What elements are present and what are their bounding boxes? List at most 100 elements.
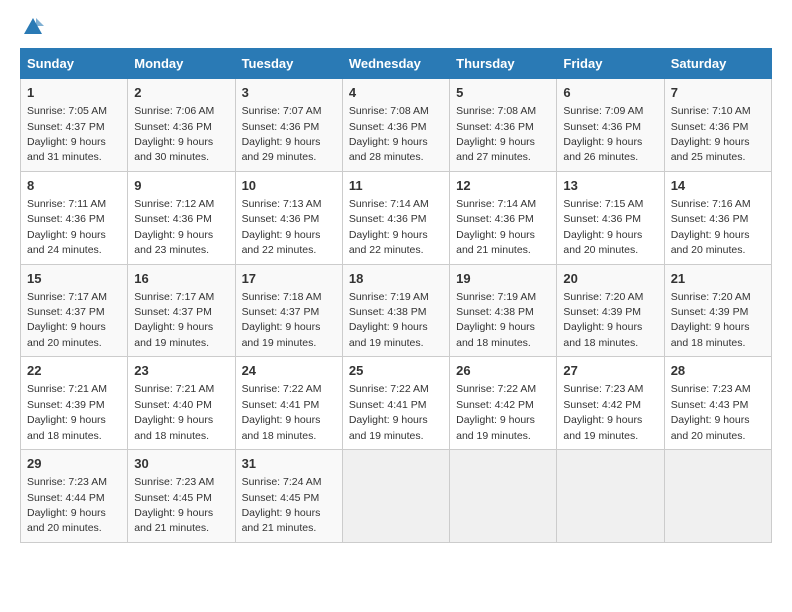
day-cell: 9 Sunrise: 7:12 AMSunset: 4:36 PMDayligh…	[128, 171, 235, 264]
day-info: Sunrise: 7:17 AMSunset: 4:37 PMDaylight:…	[134, 291, 214, 349]
day-cell: 1 Sunrise: 7:05 AMSunset: 4:37 PMDayligh…	[21, 79, 128, 172]
day-cell: 27 Sunrise: 7:23 AMSunset: 4:42 PMDaylig…	[557, 357, 664, 450]
day-info: Sunrise: 7:14 AMSunset: 4:36 PMDaylight:…	[456, 198, 536, 256]
header-cell-saturday: Saturday	[664, 49, 771, 79]
day-cell: 30 Sunrise: 7:23 AMSunset: 4:45 PMDaylig…	[128, 450, 235, 543]
day-info: Sunrise: 7:08 AMSunset: 4:36 PMDaylight:…	[456, 105, 536, 163]
header-cell-thursday: Thursday	[450, 49, 557, 79]
day-cell: 10 Sunrise: 7:13 AMSunset: 4:36 PMDaylig…	[235, 171, 342, 264]
day-info: Sunrise: 7:23 AMSunset: 4:42 PMDaylight:…	[563, 383, 643, 441]
day-info: Sunrise: 7:18 AMSunset: 4:37 PMDaylight:…	[242, 291, 322, 349]
day-cell: 5 Sunrise: 7:08 AMSunset: 4:36 PMDayligh…	[450, 79, 557, 172]
day-cell: 18 Sunrise: 7:19 AMSunset: 4:38 PMDaylig…	[342, 264, 449, 357]
day-cell: 3 Sunrise: 7:07 AMSunset: 4:36 PMDayligh…	[235, 79, 342, 172]
day-number: 13	[563, 177, 657, 195]
day-info: Sunrise: 7:21 AMSunset: 4:39 PMDaylight:…	[27, 383, 107, 441]
day-info: Sunrise: 7:17 AMSunset: 4:37 PMDaylight:…	[27, 291, 107, 349]
day-cell: 28 Sunrise: 7:23 AMSunset: 4:43 PMDaylig…	[664, 357, 771, 450]
day-number: 21	[671, 270, 765, 288]
day-info: Sunrise: 7:16 AMSunset: 4:36 PMDaylight:…	[671, 198, 751, 256]
day-cell	[664, 450, 771, 543]
day-cell: 22 Sunrise: 7:21 AMSunset: 4:39 PMDaylig…	[21, 357, 128, 450]
day-number: 10	[242, 177, 336, 195]
calendar-header: SundayMondayTuesdayWednesdayThursdayFrid…	[21, 49, 772, 79]
day-number: 19	[456, 270, 550, 288]
header-cell-friday: Friday	[557, 49, 664, 79]
day-number: 23	[134, 362, 228, 380]
day-cell: 26 Sunrise: 7:22 AMSunset: 4:42 PMDaylig…	[450, 357, 557, 450]
day-info: Sunrise: 7:19 AMSunset: 4:38 PMDaylight:…	[456, 291, 536, 349]
day-info: Sunrise: 7:06 AMSunset: 4:36 PMDaylight:…	[134, 105, 214, 163]
day-number: 6	[563, 84, 657, 102]
day-info: Sunrise: 7:22 AMSunset: 4:41 PMDaylight:…	[242, 383, 322, 441]
day-cell	[342, 450, 449, 543]
logo-icon	[22, 16, 44, 38]
header-cell-monday: Monday	[128, 49, 235, 79]
day-number: 3	[242, 84, 336, 102]
day-cell: 29 Sunrise: 7:23 AMSunset: 4:44 PMDaylig…	[21, 450, 128, 543]
day-cell	[557, 450, 664, 543]
day-number: 5	[456, 84, 550, 102]
week-row-2: 8 Sunrise: 7:11 AMSunset: 4:36 PMDayligh…	[21, 171, 772, 264]
week-row-3: 15 Sunrise: 7:17 AMSunset: 4:37 PMDaylig…	[21, 264, 772, 357]
day-number: 1	[27, 84, 121, 102]
day-cell: 6 Sunrise: 7:09 AMSunset: 4:36 PMDayligh…	[557, 79, 664, 172]
day-info: Sunrise: 7:19 AMSunset: 4:38 PMDaylight:…	[349, 291, 429, 349]
day-number: 18	[349, 270, 443, 288]
day-cell	[450, 450, 557, 543]
day-info: Sunrise: 7:15 AMSunset: 4:36 PMDaylight:…	[563, 198, 643, 256]
week-row-4: 22 Sunrise: 7:21 AMSunset: 4:39 PMDaylig…	[21, 357, 772, 450]
day-number: 11	[349, 177, 443, 195]
day-cell: 12 Sunrise: 7:14 AMSunset: 4:36 PMDaylig…	[450, 171, 557, 264]
day-info: Sunrise: 7:21 AMSunset: 4:40 PMDaylight:…	[134, 383, 214, 441]
day-cell: 23 Sunrise: 7:21 AMSunset: 4:40 PMDaylig…	[128, 357, 235, 450]
day-info: Sunrise: 7:14 AMSunset: 4:36 PMDaylight:…	[349, 198, 429, 256]
day-info: Sunrise: 7:07 AMSunset: 4:36 PMDaylight:…	[242, 105, 322, 163]
day-number: 22	[27, 362, 121, 380]
day-cell: 13 Sunrise: 7:15 AMSunset: 4:36 PMDaylig…	[557, 171, 664, 264]
day-info: Sunrise: 7:11 AMSunset: 4:36 PMDaylight:…	[27, 198, 106, 256]
day-cell: 14 Sunrise: 7:16 AMSunset: 4:36 PMDaylig…	[664, 171, 771, 264]
day-number: 29	[27, 455, 121, 473]
day-cell: 21 Sunrise: 7:20 AMSunset: 4:39 PMDaylig…	[664, 264, 771, 357]
day-info: Sunrise: 7:23 AMSunset: 4:44 PMDaylight:…	[27, 476, 107, 534]
day-info: Sunrise: 7:13 AMSunset: 4:36 PMDaylight:…	[242, 198, 322, 256]
day-info: Sunrise: 7:23 AMSunset: 4:45 PMDaylight:…	[134, 476, 214, 534]
day-info: Sunrise: 7:05 AMSunset: 4:37 PMDaylight:…	[27, 105, 107, 163]
day-cell: 31 Sunrise: 7:24 AMSunset: 4:45 PMDaylig…	[235, 450, 342, 543]
day-info: Sunrise: 7:24 AMSunset: 4:45 PMDaylight:…	[242, 476, 322, 534]
week-row-5: 29 Sunrise: 7:23 AMSunset: 4:44 PMDaylig…	[21, 450, 772, 543]
calendar-body: 1 Sunrise: 7:05 AMSunset: 4:37 PMDayligh…	[21, 79, 772, 543]
day-cell: 25 Sunrise: 7:22 AMSunset: 4:41 PMDaylig…	[342, 357, 449, 450]
day-number: 7	[671, 84, 765, 102]
day-cell: 19 Sunrise: 7:19 AMSunset: 4:38 PMDaylig…	[450, 264, 557, 357]
day-cell: 20 Sunrise: 7:20 AMSunset: 4:39 PMDaylig…	[557, 264, 664, 357]
day-number: 2	[134, 84, 228, 102]
day-number: 26	[456, 362, 550, 380]
day-number: 30	[134, 455, 228, 473]
header-cell-tuesday: Tuesday	[235, 49, 342, 79]
day-number: 20	[563, 270, 657, 288]
day-number: 12	[456, 177, 550, 195]
week-row-1: 1 Sunrise: 7:05 AMSunset: 4:37 PMDayligh…	[21, 79, 772, 172]
day-number: 27	[563, 362, 657, 380]
day-cell: 11 Sunrise: 7:14 AMSunset: 4:36 PMDaylig…	[342, 171, 449, 264]
header	[20, 16, 772, 38]
day-cell: 17 Sunrise: 7:18 AMSunset: 4:37 PMDaylig…	[235, 264, 342, 357]
day-number: 9	[134, 177, 228, 195]
day-cell: 4 Sunrise: 7:08 AMSunset: 4:36 PMDayligh…	[342, 79, 449, 172]
day-number: 4	[349, 84, 443, 102]
day-number: 25	[349, 362, 443, 380]
day-number: 14	[671, 177, 765, 195]
day-cell: 24 Sunrise: 7:22 AMSunset: 4:41 PMDaylig…	[235, 357, 342, 450]
day-cell: 15 Sunrise: 7:17 AMSunset: 4:37 PMDaylig…	[21, 264, 128, 357]
day-info: Sunrise: 7:08 AMSunset: 4:36 PMDaylight:…	[349, 105, 429, 163]
day-info: Sunrise: 7:22 AMSunset: 4:41 PMDaylight:…	[349, 383, 429, 441]
header-cell-wednesday: Wednesday	[342, 49, 449, 79]
day-cell: 8 Sunrise: 7:11 AMSunset: 4:36 PMDayligh…	[21, 171, 128, 264]
day-number: 8	[27, 177, 121, 195]
day-info: Sunrise: 7:22 AMSunset: 4:42 PMDaylight:…	[456, 383, 536, 441]
header-cell-sunday: Sunday	[21, 49, 128, 79]
day-number: 24	[242, 362, 336, 380]
day-cell: 16 Sunrise: 7:17 AMSunset: 4:37 PMDaylig…	[128, 264, 235, 357]
